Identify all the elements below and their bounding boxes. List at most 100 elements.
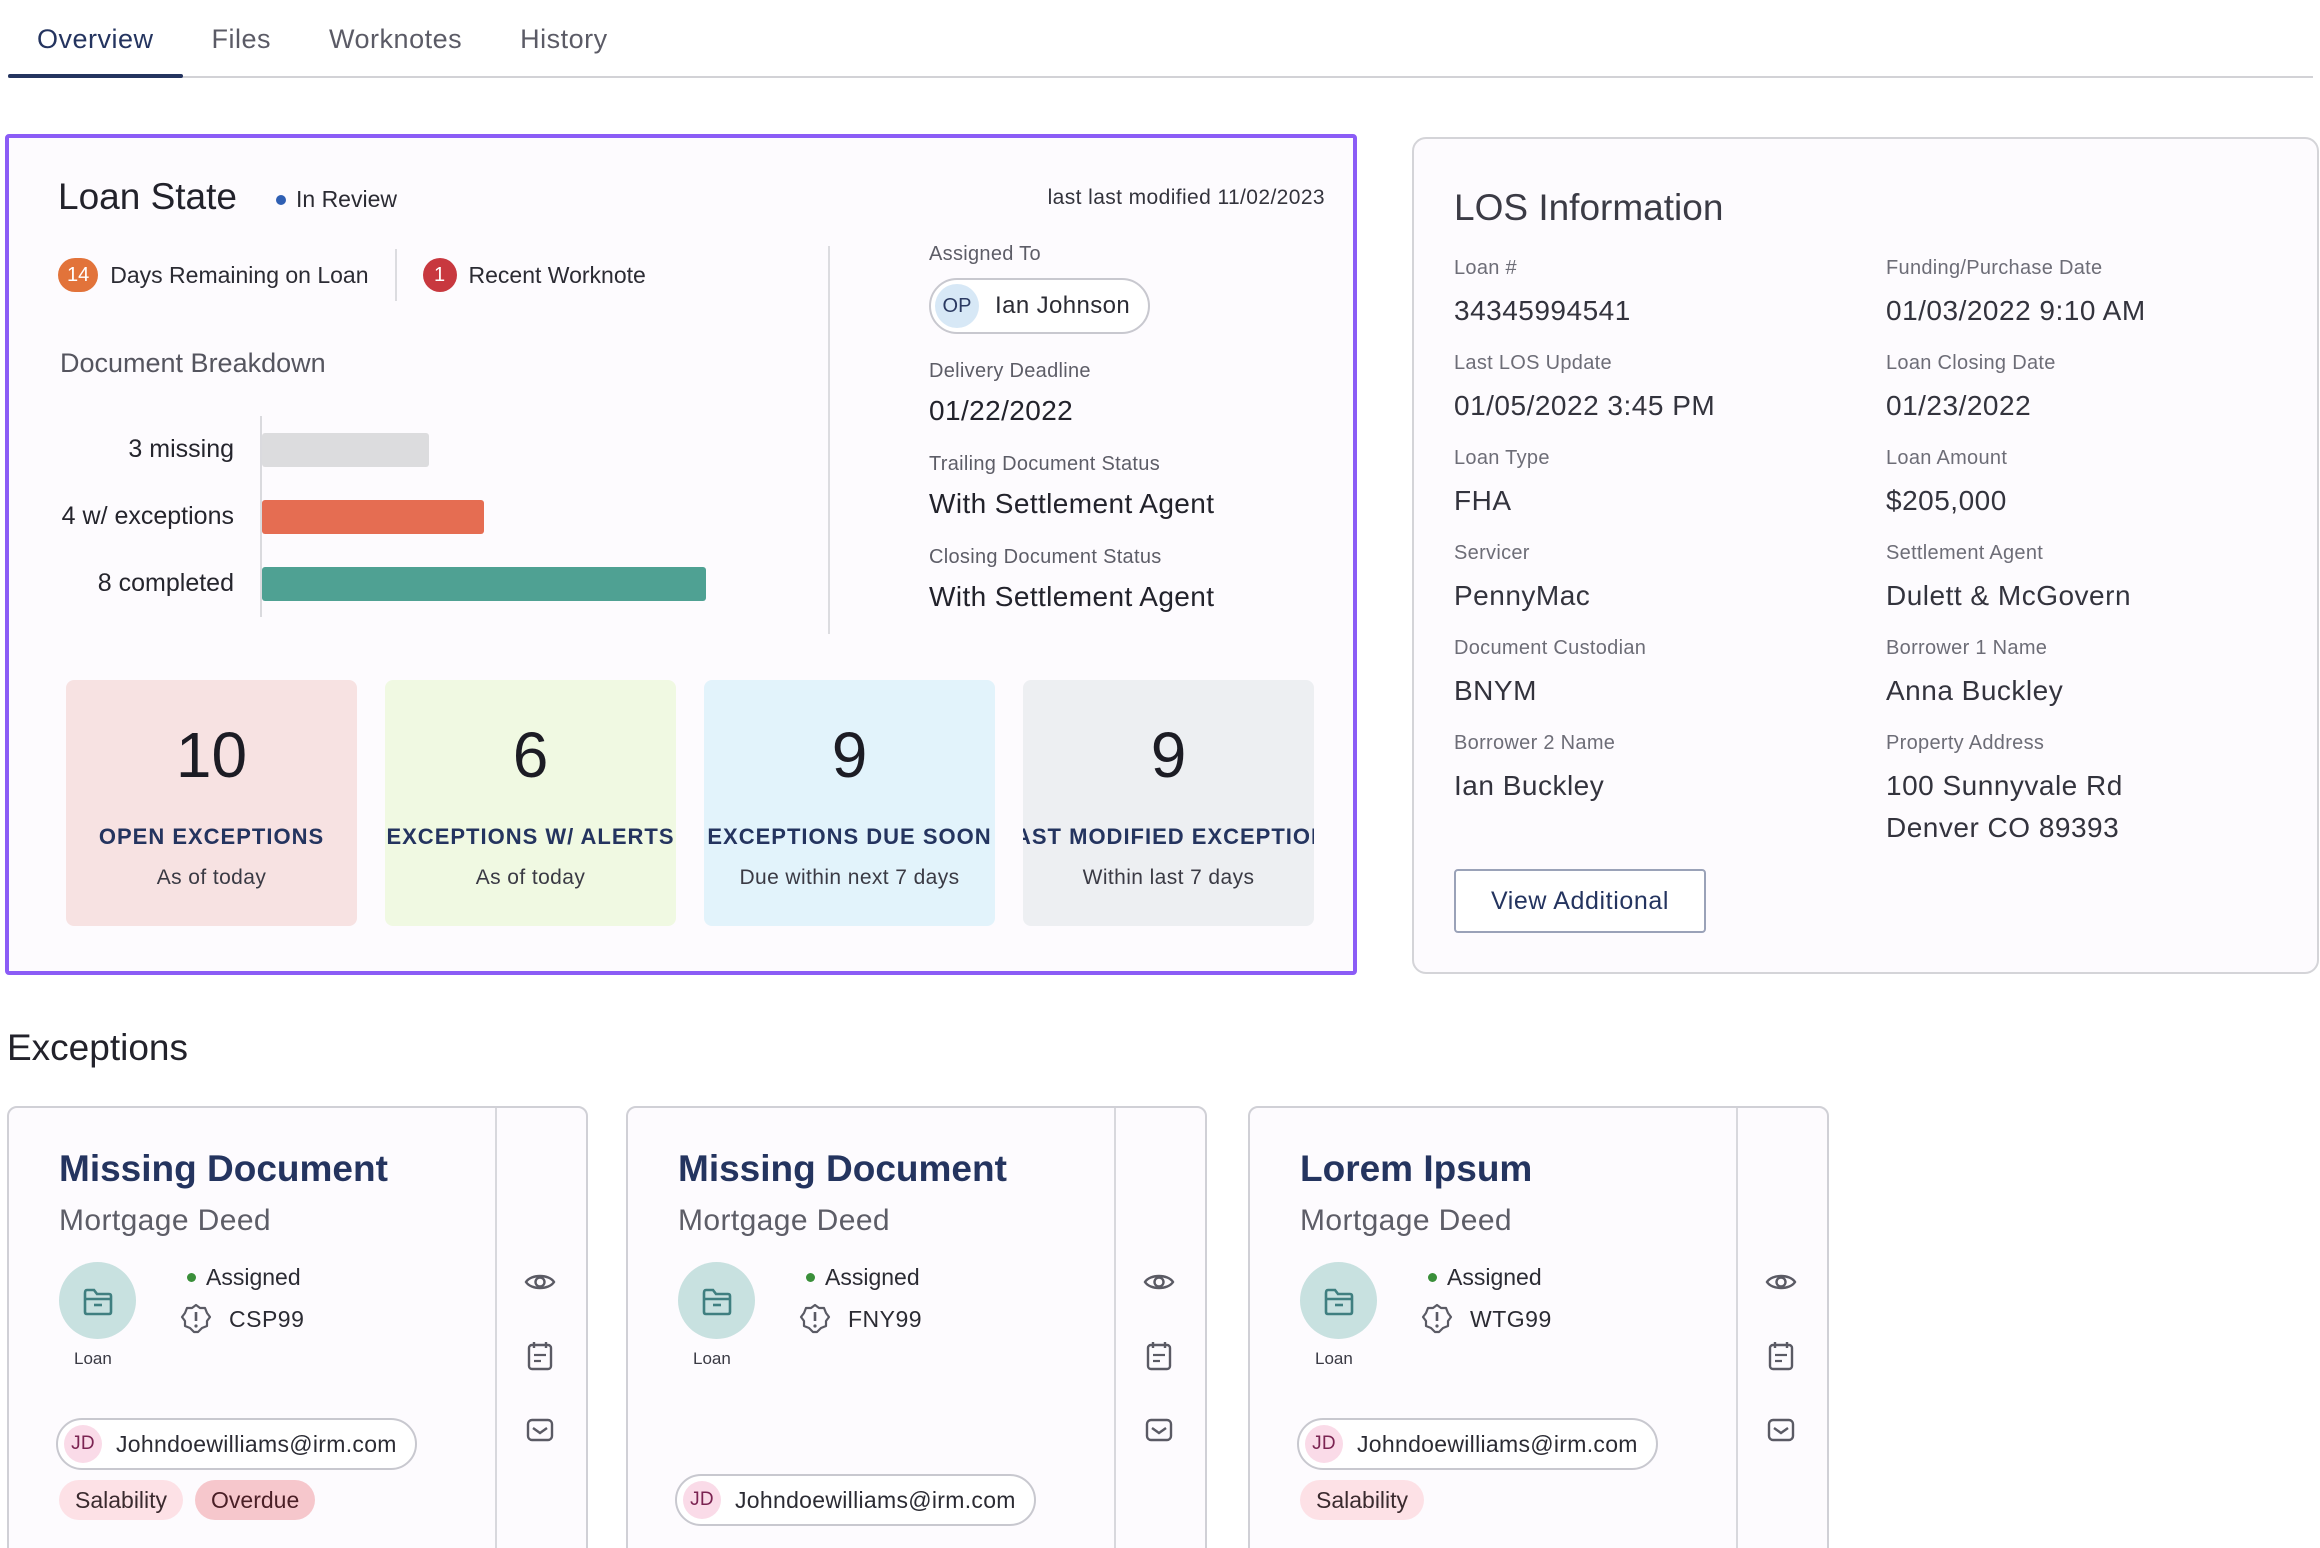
folder-icon — [59, 1262, 136, 1339]
los-field-value: FHA — [1454, 485, 1512, 516]
exception-card[interactable]: Missing Document Mortgage Deed Loan Assigne… — [7, 1106, 588, 1548]
loan-state-title: Loan State — [58, 176, 237, 217]
los-field-label: Property Address — [1886, 732, 2045, 754]
los-field-value: 100 Sunnyvale Rd — [1886, 770, 2123, 801]
loan-status-text: In Review — [296, 186, 397, 212]
los-field-value: 01/05/2022 3:45 PM — [1454, 390, 1716, 421]
worknote-badge: 1 — [422, 258, 457, 292]
notepad-icon[interactable] — [522, 1338, 558, 1374]
exception-code: CSP99 — [179, 1302, 304, 1336]
exception-name[interactable]: Missing Document — [59, 1148, 388, 1190]
stat-exceptions-alerts[interactable]: 6 EXCEPTIONS W/ ALERTS As of today — [385, 680, 676, 926]
bar-track — [260, 416, 429, 483]
alert-badge-icon — [1420, 1302, 1454, 1336]
tab-overview[interactable]: Overview — [8, 0, 183, 78]
envelope-icon[interactable] — [522, 1412, 558, 1448]
stat-last-modified[interactable]: 9 AST MODIFIED EXCEPTION Within last 7 d… — [1023, 680, 1314, 926]
los-fields: Loan # 34345994541 Funding/Purchase Date 01… — [1454, 257, 2294, 843]
status-dot-icon — [1428, 1273, 1437, 1282]
notepad-icon[interactable] — [1141, 1338, 1177, 1374]
loan-caption: Loan — [693, 1349, 731, 1368]
assigned-to-label: Assigned To — [929, 243, 1041, 265]
exception-status: Assigned — [1428, 1264, 1542, 1291]
los-field: Loan Type FHA — [1454, 447, 1886, 542]
closing-status-value: With Settlement Agent — [929, 581, 1215, 612]
stat-sub: Within last 7 days — [1082, 866, 1255, 889]
exception-tags: Salability — [1300, 1480, 1425, 1520]
los-field-label: Borrower 1 Name — [1886, 637, 2048, 659]
assignee-email: Johndoewilliams@irm.com — [116, 1430, 397, 1457]
stat-number: 6 — [512, 719, 549, 791]
assignee-email-chip[interactable]: JD Johndoewilliams@irm.com — [675, 1474, 1036, 1526]
los-field: Loan Closing Date 01/23/2022 — [1886, 352, 2294, 447]
avatar: OP — [935, 284, 979, 328]
status-dot-icon — [187, 1273, 196, 1282]
view-additional-button[interactable]: View Additional — [1454, 869, 1706, 933]
eye-icon[interactable] — [522, 1264, 558, 1300]
exception-code: FNY99 — [798, 1302, 922, 1336]
loan-caption: Loan — [74, 1349, 112, 1368]
envelope-icon[interactable] — [1141, 1412, 1177, 1448]
stat-number: 10 — [175, 719, 248, 791]
los-field-label: Last LOS Update — [1454, 352, 1612, 374]
tab-files[interactable]: Files — [183, 0, 301, 76]
los-field-value: Dulett & McGovern — [1886, 580, 2132, 611]
stat-exceptions-due-soon[interactable]: 9 EXCEPTIONS DUE SOON Due within next 7 … — [704, 680, 995, 926]
tab-history[interactable]: History — [491, 0, 637, 76]
stat-sub: Due within next 7 days — [739, 866, 960, 889]
los-field-label: Loan Closing Date — [1886, 352, 2056, 374]
loan-caption: Loan — [1315, 1349, 1353, 1368]
exception-actions — [1736, 1108, 1827, 1548]
los-field: Loan # 34345994541 — [1454, 257, 1886, 352]
stat-open-exceptions[interactable]: 10 OPEN EXCEPTIONS As of today — [66, 680, 357, 926]
document-breakdown-chart: 3 missing 4 w/ exceptions 8 completed — [39, 416, 706, 617]
exception-code: WTG99 — [1420, 1302, 1552, 1336]
los-field: Borrower 2 Name Ian Buckley — [1454, 732, 1886, 827]
bar-row: 3 missing — [39, 416, 706, 483]
status-dot-icon — [806, 1273, 815, 1282]
los-field-label: Loan # — [1454, 257, 1517, 279]
status-text: Assigned — [1447, 1264, 1542, 1290]
exception-name[interactable]: Lorem Ipsum — [1300, 1148, 1532, 1190]
assignee-email-chip[interactable]: JD Johndoewilliams@irm.com — [56, 1418, 417, 1470]
folder-icon — [678, 1262, 755, 1339]
assignee-email: Johndoewilliams@irm.com — [735, 1486, 1016, 1513]
assignee-chip[interactable]: OP Ian Johnson — [929, 278, 1151, 334]
exception-card[interactable]: Lorem Ipsum Mortgage Deed Loan Assigned WTG9… — [1248, 1106, 1829, 1548]
divider — [828, 246, 830, 634]
document-breakdown-title: Document Breakdown — [60, 348, 326, 378]
notepad-icon[interactable] — [1763, 1338, 1799, 1374]
los-field: Property Address 100 Sunnyvale Rd Denver C… — [1886, 732, 2294, 843]
exception-document: Mortgage Deed — [1300, 1204, 1512, 1237]
tab-worknotes[interactable]: Worknotes — [300, 0, 491, 76]
code-text: FNY99 — [848, 1305, 923, 1332]
exception-card[interactable]: Missing Document Mortgage Deed Loan Assigne… — [626, 1106, 1207, 1548]
exception-actions — [1114, 1108, 1205, 1548]
exception-card-body: Lorem Ipsum Mortgage Deed Loan Assigned WTG9… — [1250, 1108, 1738, 1548]
days-remaining-badge: 14 — [58, 258, 99, 292]
exception-name[interactable]: Missing Document — [678, 1148, 1007, 1190]
recent-worknote-link[interactable]: Recent Worknote — [469, 262, 646, 289]
stat-label: EXCEPTIONS DUE SOON — [707, 824, 992, 849]
status-text: Assigned — [825, 1264, 920, 1290]
trailing-status-label: Trailing Document Status — [929, 453, 1160, 475]
last-modified: last last modified 11/02/2023 — [1047, 186, 1325, 209]
eye-icon[interactable] — [1141, 1264, 1177, 1300]
los-field-label: Loan Amount — [1886, 447, 2008, 469]
envelope-icon[interactable] — [1763, 1412, 1799, 1448]
trailing-status-value: With Settlement Agent — [929, 488, 1215, 519]
exception-card-body: Missing Document Mortgage Deed Loan Assigne… — [628, 1108, 1116, 1548]
bar — [262, 432, 429, 467]
bar-label: 4 w/ exceptions — [61, 502, 234, 530]
bar-row: 4 w/ exceptions — [39, 483, 706, 550]
los-field-label: Settlement Agent — [1886, 542, 2044, 564]
los-field-value: Anna Buckley — [1886, 675, 2064, 706]
stat-label: AST MODIFIED EXCEPTION — [1023, 824, 1314, 849]
eye-icon[interactable] — [1763, 1264, 1799, 1300]
stat-number: 9 — [831, 719, 868, 791]
exception-card-body: Missing Document Mortgage Deed Loan Assigne… — [9, 1108, 497, 1548]
assignee-email-chip[interactable]: JD Johndoewilliams@irm.com — [1297, 1418, 1658, 1470]
los-field-value: BNYM — [1454, 675, 1537, 706]
tag-salability: Salability — [1300, 1480, 1425, 1520]
code-text: WTG99 — [1470, 1305, 1552, 1332]
